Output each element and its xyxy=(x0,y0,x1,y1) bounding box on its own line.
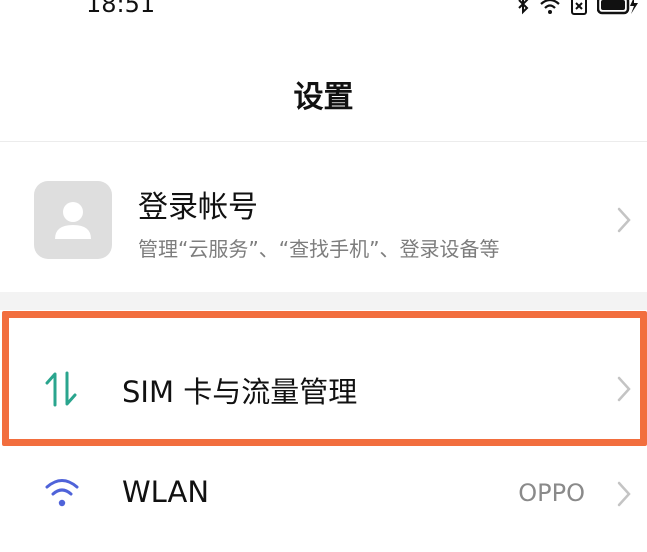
chevron-right-icon xyxy=(617,481,631,507)
bluetooth-icon xyxy=(518,0,529,15)
title-divider xyxy=(0,141,647,142)
status-time: 18:51 xyxy=(86,0,156,18)
wifi-icon xyxy=(540,0,560,14)
page-title: 设置 xyxy=(293,80,354,115)
person-icon xyxy=(55,202,91,239)
settings-item-wlan[interactable]: WLAN OPPO xyxy=(0,448,647,538)
account-login-row[interactable]: 登录帐号 管理“云服务”、“查找手机”、登录设备等 xyxy=(0,160,647,280)
avatar xyxy=(34,181,112,259)
status-icons xyxy=(517,0,639,16)
battery-charging-icon xyxy=(597,0,638,15)
chevron-right-icon xyxy=(617,207,631,233)
highlight-box xyxy=(2,311,647,446)
settings-item-label: WLAN xyxy=(122,475,210,509)
wlan-network-name: OPPO xyxy=(518,479,585,507)
wifi-icon xyxy=(45,479,79,507)
status-bar: 18:51 xyxy=(0,0,647,18)
sim-icon xyxy=(571,0,587,15)
account-subtitle: 管理“云服务”、“查找手机”、登录设备等 xyxy=(138,237,500,261)
account-title: 登录帐号 xyxy=(138,190,258,225)
section-divider xyxy=(0,292,647,310)
